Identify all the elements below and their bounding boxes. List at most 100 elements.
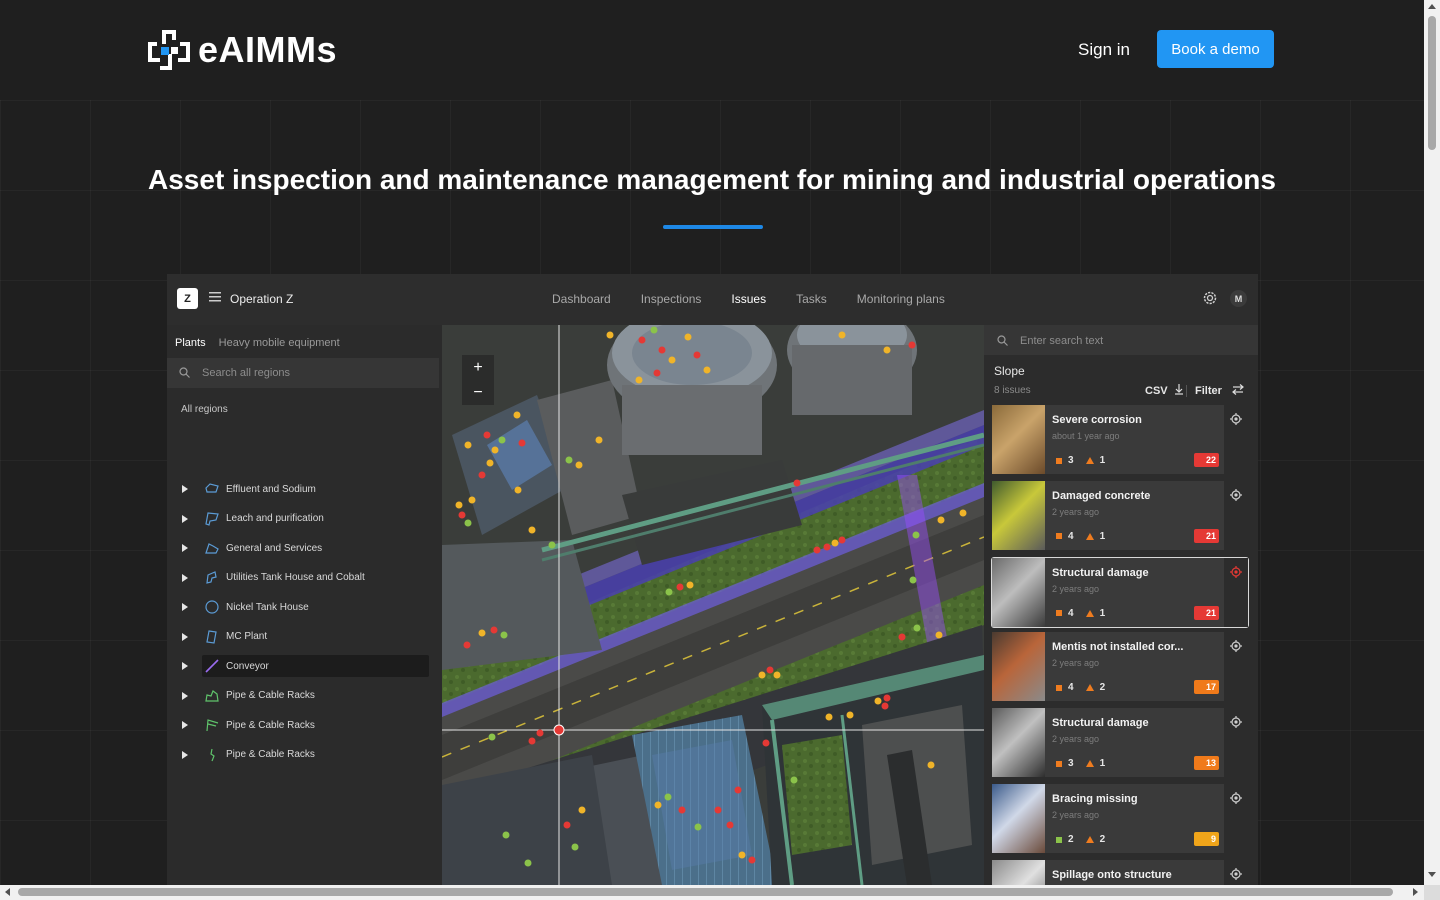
regions-panel: Plants Heavy mobile equipment Search all… [167,325,442,885]
issue-thumbnail [992,480,1045,550]
horizontal-scroll-thumb[interactable] [18,888,1393,896]
expand-arrow-icon[interactable] [182,662,188,670]
region-label-box[interactable]: Pipe & Cable Racks [202,744,429,766]
nav-tasks[interactable]: Tasks [796,292,827,306]
issue-card[interactable]: Structural damage 2 years ago 3 1 13 [992,708,1248,778]
expand-arrow-icon[interactable] [182,603,188,611]
mc-plant-region-icon [206,629,217,644]
utilities-region-icon [206,570,217,584]
logo[interactable]: eAIMMs [146,28,337,72]
settings-icon[interactable] [1202,290,1218,306]
scroll-down-arrow-icon[interactable] [1428,872,1436,877]
locate-on-map-button[interactable] [1224,859,1248,885]
aerial-map-image[interactable] [442,325,984,885]
region-item[interactable]: Nickel Tank House [179,596,429,618]
vertical-scroll-thumb[interactable] [1428,16,1436,150]
region-search-input[interactable]: Search all regions [167,358,439,388]
issue-card[interactable]: Mentis not installed cor... 2 years ago 4 2… [992,632,1248,702]
general-region-icon [205,543,219,554]
expand-arrow-icon[interactable] [182,750,188,759]
region-label-box[interactable]: Conveyor [202,655,429,677]
locate-on-map-button[interactable] [1224,557,1248,627]
user-avatar[interactable]: M [1230,290,1247,307]
locate-on-map-button[interactable] [1224,708,1248,778]
csv-export-button[interactable]: CSV [1145,384,1184,397]
zoom-out-button[interactable]: − [462,380,494,405]
sort-arrows-icon [1232,384,1244,395]
issue-card[interactable]: Damaged concrete 2 years ago 4 1 21 [992,480,1248,550]
locate-on-map-button[interactable] [1224,632,1248,702]
region-label-box[interactable]: MC Plant [202,626,429,648]
region-label-box[interactable]: Pipe & Cable Racks [202,685,429,707]
region-label: Utilities Tank House and Cobalt [226,572,365,583]
region-item[interactable]: Leach and purification [179,508,429,530]
locate-on-map-button[interactable] [1224,480,1248,550]
zoom-in-button[interactable]: + [462,355,494,380]
hero-title: Asset inspection and maintenance managem… [148,164,1276,195]
site-header: eAIMMs Sign in Book a demo [0,0,1424,100]
region-label-box[interactable]: Effluent and Sodium [202,478,429,500]
toolbar-divider [1186,385,1187,397]
sign-in-link[interactable]: Sign in [1078,40,1130,60]
issue-title: Structural damage [1052,717,1149,730]
nav-issues[interactable]: Issues [731,292,766,306]
region-item[interactable]: Pipe & Cable Racks [179,744,429,766]
issues-region-title: Slope [994,364,1025,378]
hero-divider [663,225,763,229]
locate-on-map-button[interactable] [1224,784,1248,853]
region-label-box[interactable]: Pipe & Cable Racks [202,714,429,736]
warning-triangle-icon [1085,684,1094,692]
region-label: General and Services [226,542,323,554]
expand-arrow-icon[interactable] [182,573,188,582]
region-item[interactable]: General and Services [179,537,429,559]
issue-stats: 31 [1056,758,1105,769]
issue-card[interactable]: Spillage onto structure [992,859,1248,885]
all-regions-label[interactable]: All regions [181,404,228,415]
nav-dashboard[interactable]: Dashboard [552,292,611,306]
issue-card[interactable]: Structural damage 2 years ago 4 1 21 [991,556,1249,628]
book-demo-button[interactable]: Book a demo [1157,30,1274,68]
issue-search-input[interactable]: Enter search text [984,325,1258,355]
region-label: Conveyor [226,660,269,672]
expand-arrow-icon[interactable] [182,632,188,641]
nav-inspections[interactable]: Inspections [641,292,702,306]
horizontal-scrollbar[interactable] [0,885,1424,900]
issue-card[interactable]: Severe corrosion about 1 year ago 3 1 22 [992,405,1248,474]
region-label-box[interactable]: Leach and purification [202,508,429,530]
region-item[interactable]: Pipe & Cable Racks [179,685,429,707]
filter-button[interactable]: Filter [1195,384,1244,397]
issue-title: Mentis not installed cor... [1052,641,1184,654]
map-view[interactable]: + − [442,325,984,885]
region-item[interactable]: Conveyor [179,655,429,677]
expand-arrow-icon[interactable] [182,721,188,729]
vertical-scrollbar[interactable] [1424,0,1440,885]
expand-arrow-icon[interactable] [182,544,188,552]
severity-square-icon [1056,760,1062,767]
issue-timestamp: 2 years ago [1052,658,1100,669]
region-item[interactable]: MC Plant [179,626,429,648]
risk-score-badge: 21 [1194,605,1219,620]
tab-heavy-mobile-equipment[interactable]: Heavy mobile equipment [219,337,340,349]
region-label-box[interactable]: General and Services [202,537,429,559]
issue-card[interactable]: Bracing missing 2 years ago 2 2 9 [992,784,1248,853]
region-item[interactable]: Utilities Tank House and Cobalt [179,567,429,589]
region-item[interactable]: Effluent and Sodium [179,478,429,500]
region-label-box[interactable]: Utilities Tank House and Cobalt [202,567,429,589]
triangle-count: 1 [1099,607,1106,619]
nav-monitoring-plans[interactable]: Monitoring plans [857,292,945,306]
region-label-box[interactable]: Nickel Tank House [202,596,429,618]
region-search-placeholder: Search all regions [202,367,291,379]
org-name[interactable]: Operation Z [230,292,293,306]
menu-icon[interactable] [209,292,221,302]
tab-plants[interactable]: Plants [175,337,206,349]
expand-arrow-icon[interactable] [182,485,188,493]
region-item[interactable]: Pipe & Cable Racks [179,714,429,736]
severity-square-icon [1056,457,1062,464]
expand-arrow-icon[interactable] [182,514,188,523]
scroll-left-arrow-icon[interactable] [5,888,10,896]
locate-on-map-button[interactable] [1224,405,1248,474]
expand-arrow-icon[interactable] [182,691,188,700]
scroll-up-arrow-icon[interactable] [1428,4,1436,9]
scroll-right-arrow-icon[interactable] [1413,888,1418,896]
org-badge[interactable]: Z [177,288,198,309]
